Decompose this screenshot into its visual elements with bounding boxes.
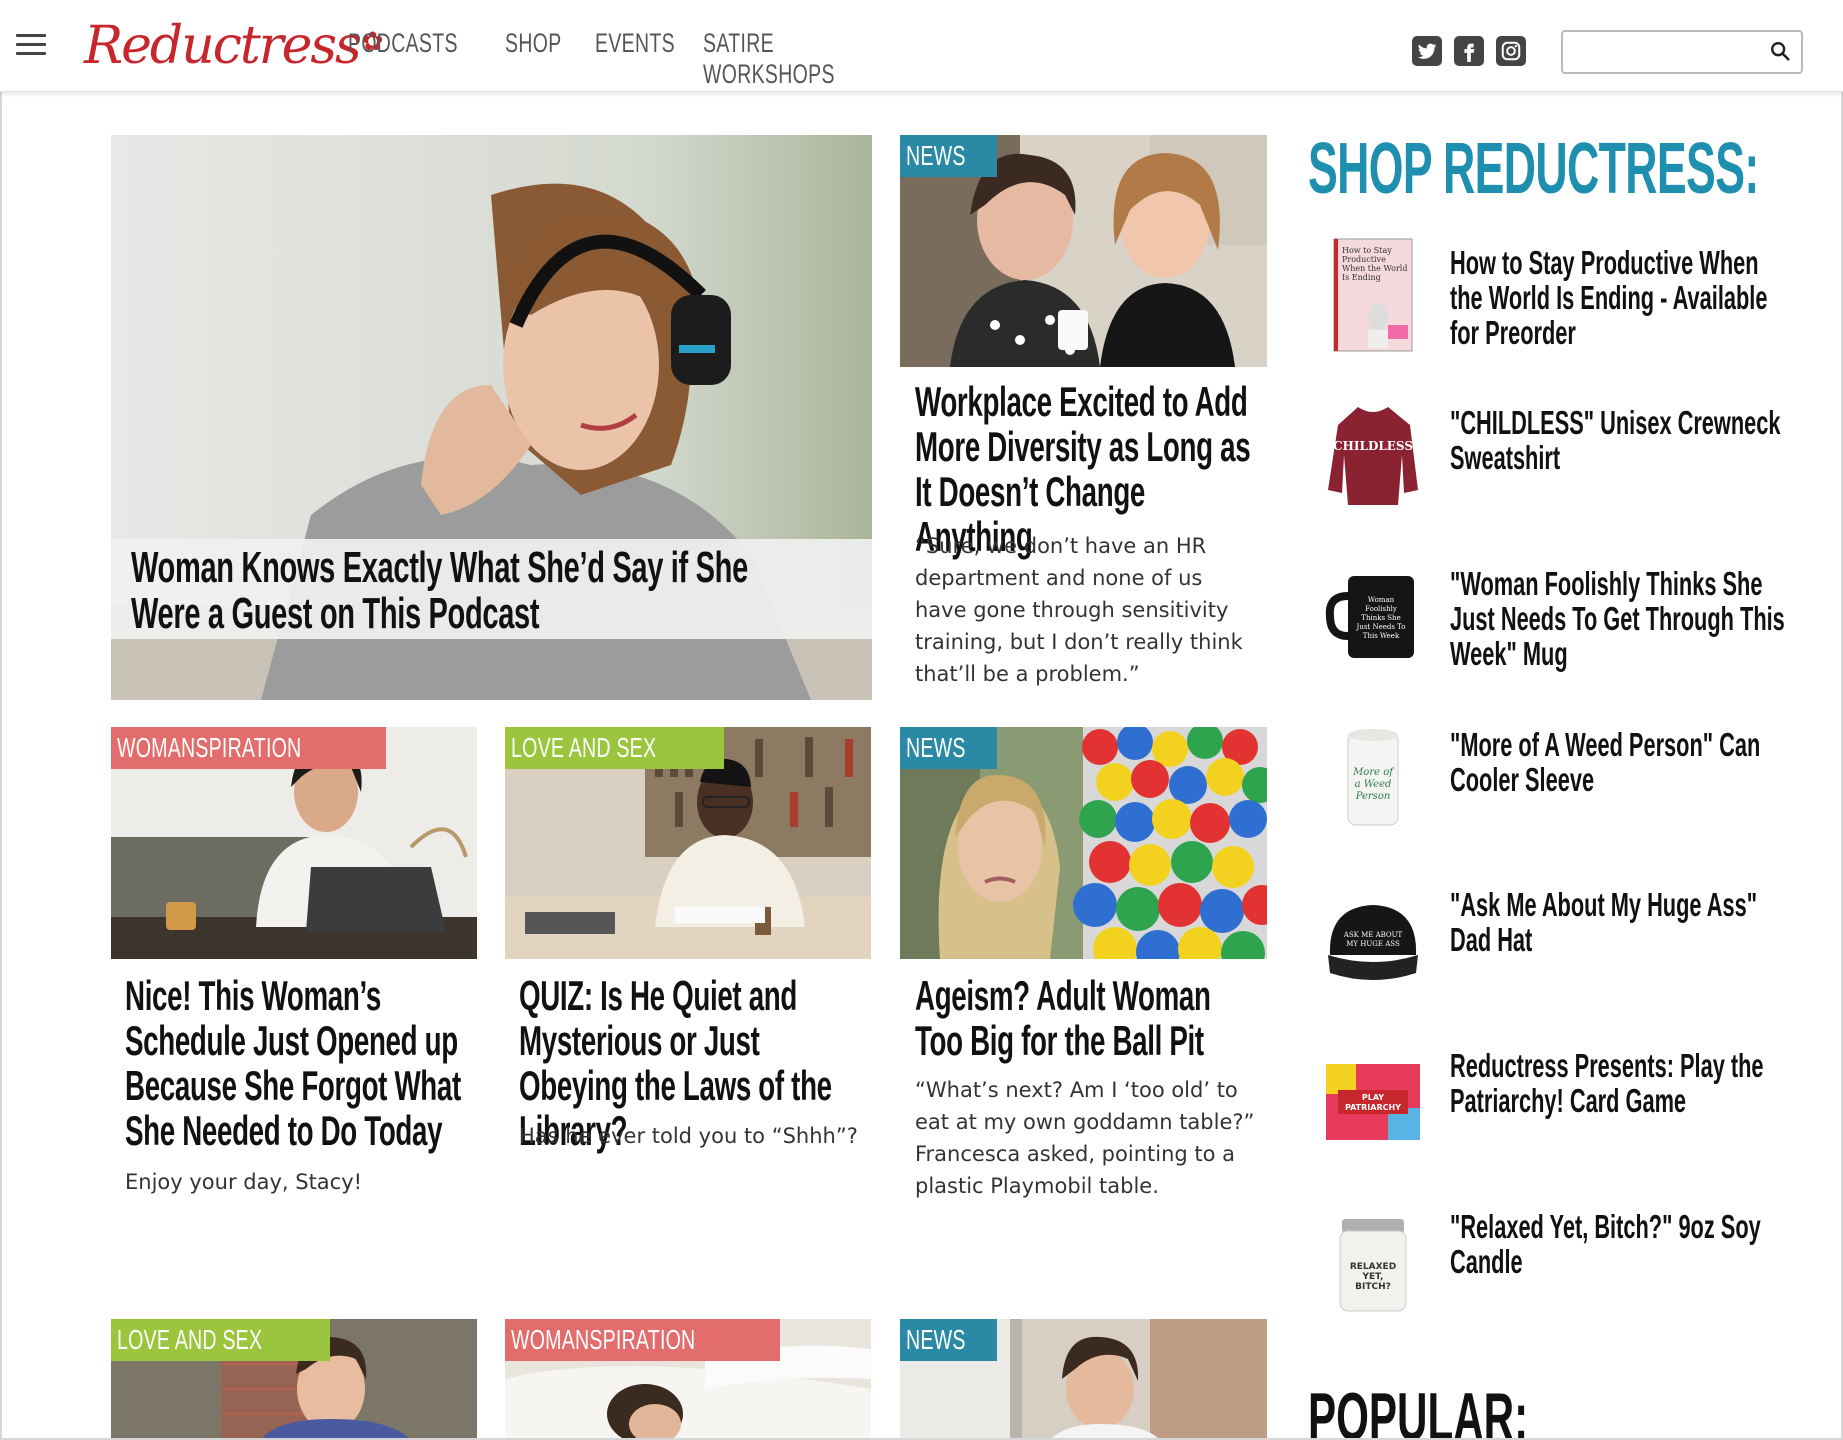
- svg-text:Is Ending: Is Ending: [1342, 273, 1381, 282]
- shop-item[interactable]: How to Stay Productive When the World Is…: [1318, 235, 1818, 365]
- article-image[interactable]: WOMANSPIRATION: [111, 727, 477, 959]
- shop-item[interactable]: More of a Weed Person "More of A Weed Pe…: [1318, 717, 1818, 847]
- article-card[interactable]: NEWS: [900, 1319, 1267, 1440]
- category-tag[interactable]: NEWS: [900, 135, 998, 177]
- shop-item-label[interactable]: "Relaxed Yet, Bitch?" 9oz Soy Candle: [1450, 1209, 1787, 1279]
- card-game-thumbnail[interactable]: PLAY PATRIARCHY: [1318, 1038, 1428, 1158]
- category-tag[interactable]: NEWS: [900, 727, 998, 769]
- article-card[interactable]: WOMANSPIRATION Nice! This Woman’s Schedu…: [111, 727, 477, 1207]
- article-headline[interactable]: Nice! This Woman’s Schedule Just Opened …: [125, 973, 468, 1153]
- social-links: [1412, 36, 1526, 66]
- featured-article[interactable]: Woman Knows Exactly What She’d Say if Sh…: [111, 135, 872, 700]
- shop-item[interactable]: ASK ME ABOUT MY HUGE ASS "Ask Me About M…: [1318, 877, 1818, 1007]
- category-tag[interactable]: LOVE AND SEX: [111, 1319, 331, 1361]
- article-image[interactable]: NEWS: [900, 1319, 1267, 1440]
- can-cooler-thumbnail[interactable]: More of a Weed Person: [1318, 717, 1428, 837]
- article-card[interactable]: NEWS Ageism? Adult Woman Too Big for the…: [900, 727, 1267, 1217]
- shop-item-label[interactable]: "CHILDLESS" Unisex Crewneck Sweatshirt: [1450, 405, 1787, 475]
- svg-text:Person: Person: [1355, 791, 1391, 802]
- category-tag[interactable]: LOVE AND SEX: [505, 727, 725, 769]
- shop-item-label[interactable]: "Ask Me About My Huge Ass" Dad Hat: [1450, 887, 1787, 957]
- shop-item[interactable]: Woman Foolishly Thinks She Just Needs To…: [1318, 556, 1818, 686]
- mug-thumbnail[interactable]: Woman Foolishly Thinks She Just Needs To…: [1318, 556, 1428, 676]
- sweatshirt-thumbnail[interactable]: CHILDLESS: [1318, 395, 1428, 515]
- svg-text:PATRIARCHY: PATRIARCHY: [1345, 1103, 1401, 1112]
- menu-icon[interactable]: [16, 34, 46, 58]
- article-image[interactable]: LOVE AND SEX: [505, 727, 871, 959]
- svg-text:BITCH?: BITCH?: [1355, 1282, 1391, 1292]
- search-box: [1561, 30, 1803, 74]
- shop-item[interactable]: PLAY PATRIARCHY Reductress Presents: Pla…: [1318, 1038, 1818, 1168]
- article-image[interactable]: WOMANSPIRATION: [505, 1319, 871, 1440]
- dad-hat-thumbnail[interactable]: ASK ME ABOUT MY HUGE ASS: [1318, 877, 1428, 997]
- svg-text:RELAXED: RELAXED: [1350, 1262, 1396, 1272]
- search-icon[interactable]: [1769, 40, 1791, 62]
- shop-item[interactable]: CHILDLESS "CHILDLESS" Unisex Crewneck Sw…: [1318, 395, 1818, 525]
- article-card[interactable]: LOVE AND SEX: [111, 1319, 477, 1440]
- nav-satire-workshops[interactable]: SATIRE WORKSHOPS: [703, 28, 834, 90]
- article-card[interactable]: WOMANSPIRATION: [505, 1319, 871, 1440]
- main-nav: PODCASTS SHOP EVENTS SATIRE WORKSHOPS: [348, 28, 878, 90]
- category-tag[interactable]: WOMANSPIRATION: [505, 1319, 781, 1361]
- site-header: Reductress✿ PODCASTS SHOP EVENTS SATIRE …: [0, 0, 1843, 92]
- shop-item-label[interactable]: Reductress Presents: Play the Patriarchy…: [1450, 1048, 1787, 1118]
- svg-text:Just Needs To: Just Needs To: [1356, 623, 1406, 631]
- article-card[interactable]: LOVE AND SEX QUIZ: Is He Quiet and Myste…: [505, 727, 871, 1207]
- shop-item[interactable]: RELAXED YET, BITCH? "Relaxed Yet, Bitch?…: [1318, 1199, 1818, 1329]
- shop-title: SHOP REDUCTRESS:: [1308, 129, 1759, 209]
- article-card[interactable]: NEWS Workplace Excited to Add More Diver…: [900, 135, 1267, 695]
- site-logo[interactable]: Reductress✿: [84, 16, 384, 76]
- article-dek: Has he ever told you to “Shhh”?: [519, 1124, 858, 1148]
- article-image[interactable]: NEWS: [900, 135, 1267, 367]
- article-dek: “What’s next? Am I ‘too old’ to eat at m…: [915, 1078, 1255, 1198]
- shop-item-label[interactable]: How to Stay Productive When the World Is…: [1450, 245, 1787, 350]
- svg-text:More of: More of: [1352, 767, 1395, 778]
- svg-text:When the World: When the World: [1342, 264, 1407, 273]
- article-image[interactable]: LOVE AND SEX: [111, 1319, 477, 1440]
- shop-item-label[interactable]: "Woman Foolishly Thinks She Just Needs T…: [1450, 566, 1787, 671]
- nav-podcasts[interactable]: PODCASTS: [348, 28, 457, 90]
- svg-text:Foolishly: Foolishly: [1365, 605, 1397, 613]
- category-tag[interactable]: WOMANSPIRATION: [111, 727, 387, 769]
- category-tag[interactable]: NEWS: [900, 1319, 998, 1361]
- facebook-icon[interactable]: [1454, 36, 1484, 66]
- search-input[interactable]: [1571, 32, 1761, 70]
- article-headline[interactable]: Ageism? Adult Woman Too Big for the Ball…: [915, 973, 1258, 1063]
- svg-text:PLAY: PLAY: [1362, 1093, 1384, 1102]
- svg-text:How to Stay: How to Stay: [1342, 246, 1392, 255]
- svg-text:Productive: Productive: [1342, 255, 1386, 264]
- nav-shop[interactable]: SHOP: [505, 28, 561, 90]
- article-dek: “Sure, we don’t have an HR department an…: [915, 534, 1243, 686]
- instagram-icon[interactable]: [1496, 36, 1526, 66]
- popular-title: POPULAR:: [1308, 1379, 1529, 1440]
- shop-item-label[interactable]: "More of A Weed Person" Can Cooler Sleev…: [1450, 727, 1787, 797]
- twitter-icon[interactable]: [1412, 36, 1442, 66]
- article-dek: Enjoy your day, Stacy!: [125, 1170, 363, 1194]
- svg-text:YET,: YET,: [1362, 1272, 1384, 1282]
- svg-text:Woman: Woman: [1368, 596, 1395, 604]
- svg-text:ASK ME ABOUT: ASK ME ABOUT: [1343, 931, 1403, 939]
- nav-events[interactable]: EVENTS: [595, 28, 675, 90]
- svg-text:CHILDLESS: CHILDLESS: [1333, 439, 1413, 453]
- candle-thumbnail[interactable]: RELAXED YET, BITCH?: [1318, 1199, 1428, 1319]
- svg-text:Thinks She: Thinks She: [1361, 614, 1400, 622]
- svg-text:This Week: This Week: [1363, 632, 1400, 640]
- svg-text:MY HUGE ASS: MY HUGE ASS: [1346, 940, 1400, 948]
- featured-headline[interactable]: Woman Knows Exactly What She’d Say if Sh…: [131, 545, 817, 637]
- article-image[interactable]: NEWS: [900, 727, 1267, 959]
- book-thumbnail[interactable]: How to Stay Productive When the World Is…: [1318, 235, 1428, 355]
- svg-text:a Weed: a Weed: [1355, 779, 1392, 790]
